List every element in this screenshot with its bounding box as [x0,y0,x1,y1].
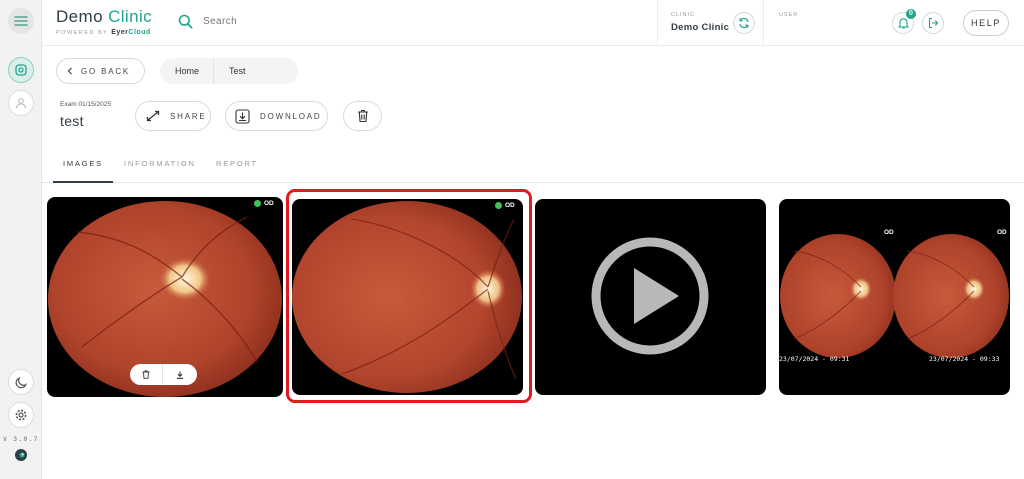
share-arrows-icon [146,110,160,122]
menu-icon[interactable] [8,8,34,34]
breadcrumb-home[interactable]: Home [160,58,215,84]
top-header: Demo Clinic POWERED BY EyerCloud Search … [42,0,1024,46]
brand-logo[interactable]: Demo Clinic POWERED BY EyerCloud [56,7,152,36]
search-input[interactable]: Search [203,16,237,27]
go-back-label: GO BACK [81,66,131,76]
tab-images[interactable]: IMAGES [63,159,103,168]
trash-icon [142,370,150,379]
notification-count: 0 [906,9,916,19]
sidebar: V 3.0.7 [0,0,42,479]
thumbnail-download-button[interactable] [163,364,196,385]
selected-image-highlight [286,189,532,403]
chevron-left-icon [67,67,72,75]
active-tab-indicator [53,181,113,183]
eye-label-text: OD [997,229,1007,236]
capture-timestamp: 23/07/2024 - 09:31 [779,355,850,363]
tab-report[interactable]: REPORT [216,159,258,168]
go-back-button[interactable]: GO BACK [56,58,145,84]
download-label: DOWNLOAD [260,111,322,121]
clinic-selector[interactable]: CLINIC Demo Clinic [671,12,729,33]
refresh-icon [739,17,749,29]
search-icon [178,14,193,29]
eye-label-text: OD [884,229,894,236]
eye-label: OD [254,200,274,207]
eyer-logo-icon [14,448,28,467]
logout-icon [928,17,939,29]
dark-mode-icon[interactable] [8,369,34,395]
brand-name: Demo Clinic [56,7,153,26]
trash-icon [357,109,368,123]
eye-label-text: OD [264,200,274,207]
patients-icon[interactable] [8,57,34,83]
eye-label: OD [884,229,894,236]
switch-clinic-button[interactable] [733,12,755,34]
bell-icon [897,18,909,29]
user-icon[interactable] [8,90,34,116]
user-label: USER [779,12,799,18]
share-label: SHARE [170,111,207,121]
clinic-name: Demo Clinic [671,22,730,33]
exam-date: Exam 01/15/2025 [60,101,111,108]
tab-information[interactable]: INFORMATION [124,159,196,168]
divider [763,0,764,46]
page-title: test [60,113,84,129]
breadcrumb: Home Test [160,58,298,84]
eye-label: OD [997,229,1007,236]
download-button[interactable]: DOWNLOAD [225,101,328,131]
settings-icon[interactable] [8,402,34,428]
help-button[interactable]: HELP [963,10,1009,36]
share-button[interactable]: SHARE [135,101,211,131]
app-version: V 3.0.7 [3,436,39,443]
fundus-image-pair [780,234,1009,358]
download-icon [235,108,250,124]
clinic-label: CLINIC [671,12,696,18]
delete-button[interactable] [343,101,382,131]
breadcrumb-current: Test [229,66,246,76]
divider [657,0,658,46]
play-icon [591,237,709,355]
thumbnail-actions [130,364,197,385]
capture-timestamp: 23/07/2024 - 09:33 [929,355,1000,363]
powered-by: POWERED BY EyerCloud [56,29,151,36]
download-icon [176,371,183,379]
eye-status-dot [254,200,261,207]
exam-tabs: IMAGES INFORMATION REPORT [42,150,1024,183]
image-thumbnail[interactable]: OD OD 23/07/2024 - 09:31 23/07/2024 - 09… [779,199,1010,395]
video-thumbnail[interactable] [535,199,766,395]
logout-button[interactable] [922,12,944,34]
search-bar[interactable]: Search [178,14,237,29]
thumbnail-delete-button[interactable] [130,364,163,385]
notifications-button[interactable]: 0 [892,9,916,34]
